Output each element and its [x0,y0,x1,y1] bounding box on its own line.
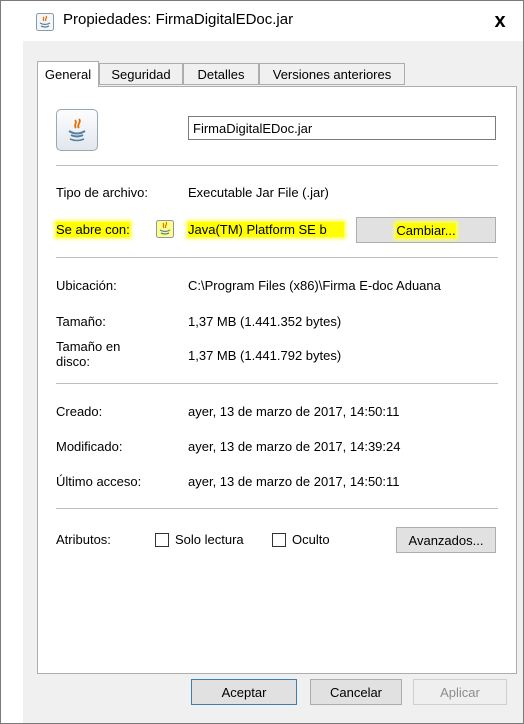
close-button[interactable]: x [479,3,521,39]
created-value: ayer, 13 de marzo de 2017, 14:50:11 [188,404,400,419]
opens-with-label: Se abre con: [56,222,130,237]
tab-label: Versiones anteriores [272,66,392,82]
file-type-label: Tipo de archivo: [56,185,149,200]
file-type-icon [56,109,98,151]
size-value: 1,37 MB (1.441.352 bytes) [188,314,342,329]
apply-button[interactable]: Aplicar [413,679,507,705]
file-type-value: Executable Jar File (.jar) [188,185,329,200]
title-bar[interactable]: Propiedades: FirmaDigitalEDoc.jar x [1,1,523,41]
change-button-label: Cambiar... [396,222,456,238]
size-on-disk-label-line2: disco: [56,354,90,369]
location-value: C:\Program Files (x86)\Firma E-doc Aduan… [188,278,441,293]
cancel-button-label: Cancelar [329,684,383,700]
file-name-input[interactable] [188,116,496,140]
separator [56,508,498,509]
separator [56,165,498,166]
tab-general[interactable]: General [37,61,99,87]
ok-button-label: Aceptar [221,684,267,700]
size-label: Tamaño: [56,314,106,329]
java-file-icon [36,13,54,31]
change-button[interactable]: Cambiar... [356,217,496,243]
last-access-value: ayer, 13 de marzo de 2017, 14:50:11 [188,474,400,489]
tab-label: Seguridad [111,66,171,82]
size-on-disk-label-line1: Tamaño en [56,339,121,354]
created-label: Creado: [56,404,103,419]
properties-dialog: Propiedades: FirmaDigitalEDoc.jar x Gene… [0,0,524,724]
opens-with-value: Java(TM) Platform SE b [188,222,344,237]
cancel-button[interactable]: Cancelar [310,679,402,705]
tab-label: Detalles [197,66,245,82]
hidden-checkbox[interactable] [272,533,286,547]
tab-security[interactable]: Seguridad [99,63,183,85]
tab-details[interactable]: Detalles [183,63,259,85]
size-on-disk-value: 1,37 MB (1.441.792 bytes) [188,348,342,363]
modified-label: Modificado: [56,439,123,454]
tab-previous-versions[interactable]: Versiones anteriores [259,63,405,85]
hidden-label: Oculto [292,532,330,547]
advanced-button[interactable]: Avanzados... [396,527,496,553]
separator [56,383,498,384]
tab-label: General [44,67,92,82]
readonly-checkbox[interactable] [155,533,169,547]
readonly-label: Solo lectura [175,532,244,547]
close-icon: x [494,9,506,32]
separator [56,257,498,258]
last-access-label: Último acceso: [56,474,142,489]
size-on-disk-label: Tamaño en disco: [56,339,120,369]
java-icon [68,118,86,142]
window-title: Propiedades: FirmaDigitalEDoc.jar [63,11,294,28]
java-app-icon [156,220,174,238]
dialog-body: General Seguridad Detalles Versiones ant… [23,41,523,723]
location-label: Ubicación: [56,278,117,293]
modified-value: ayer, 13 de marzo de 2017, 14:39:24 [188,439,401,454]
ok-button[interactable]: Aceptar [191,679,297,705]
advanced-button-label: Avanzados... [408,532,484,548]
apply-button-label: Aplicar [440,684,480,700]
general-tab-page: Tipo de archivo: Executable Jar File (.j… [37,86,517,674]
attributes-label: Atributos: [56,532,111,547]
